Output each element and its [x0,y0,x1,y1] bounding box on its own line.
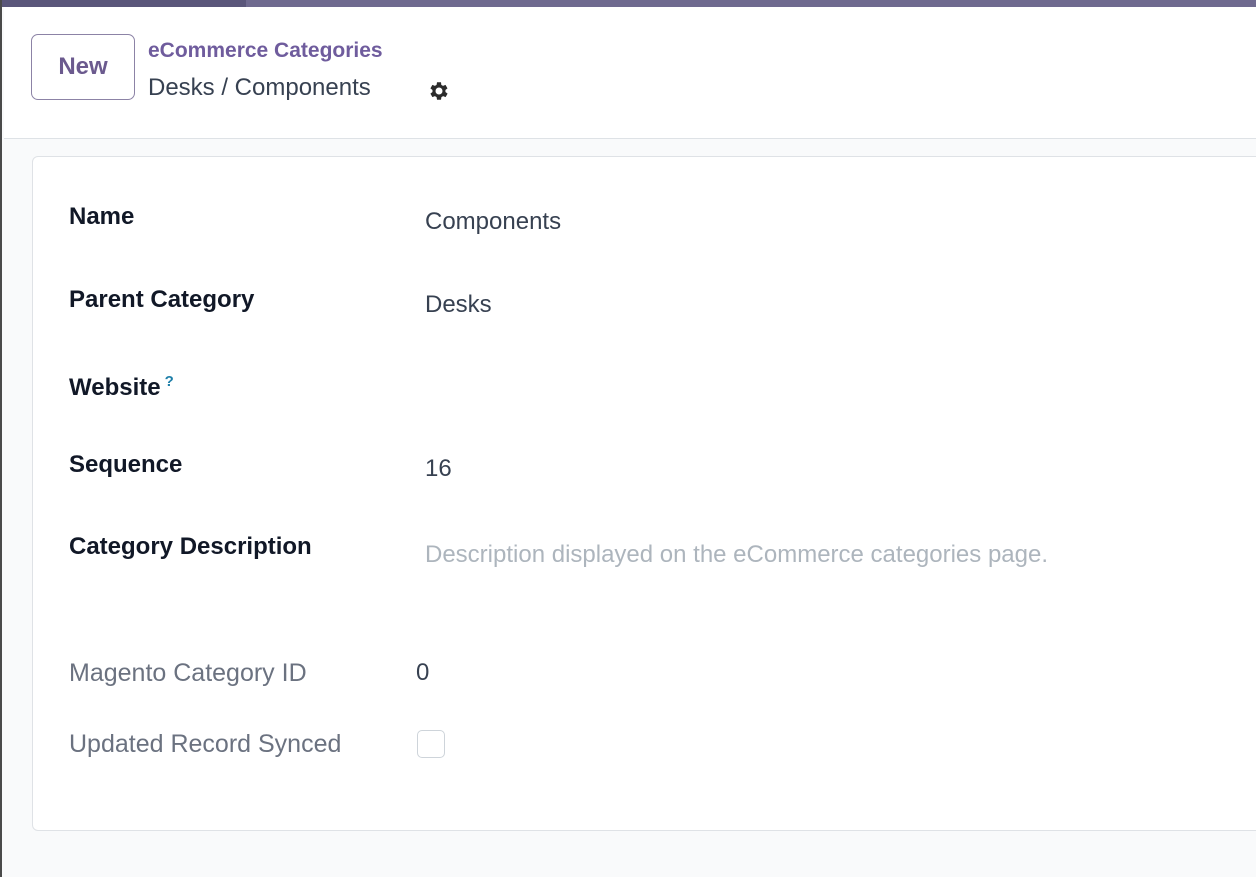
website-label-text: Website [69,374,161,401]
sequence-label: Sequence [69,451,183,478]
category-description-field[interactable]: Description displayed on the eCommerce c… [425,540,1048,570]
updated-record-synced-checkbox[interactable] [417,730,445,758]
name-field[interactable]: Components [425,207,561,237]
website-field[interactable] [425,368,1205,398]
parent-category-label: Parent Category [69,286,255,313]
new-button[interactable]: New [31,34,135,100]
breadcrumb-current: Desks / Components [148,74,371,101]
top-navbar [2,0,1256,7]
magento-category-id-field[interactable]: 0 [416,658,429,688]
gear-icon[interactable] [427,79,451,103]
app-window: New eCommerce Categories Desks / Compone… [0,0,1256,877]
category-description-label: Category Description [69,533,312,560]
sequence-field[interactable]: 16 [425,454,452,484]
breadcrumb-parent-link[interactable]: eCommerce Categories [148,38,383,64]
help-tooltip-icon[interactable]: ? [165,373,174,390]
parent-category-field[interactable]: Desks [425,290,492,320]
website-label: Website? [69,367,174,403]
top-navbar-active-segment [2,0,246,7]
magento-category-id-label: Magento Category ID [69,659,307,687]
updated-record-synced-label: Updated Record Synced [69,730,342,758]
name-label: Name [69,203,135,230]
